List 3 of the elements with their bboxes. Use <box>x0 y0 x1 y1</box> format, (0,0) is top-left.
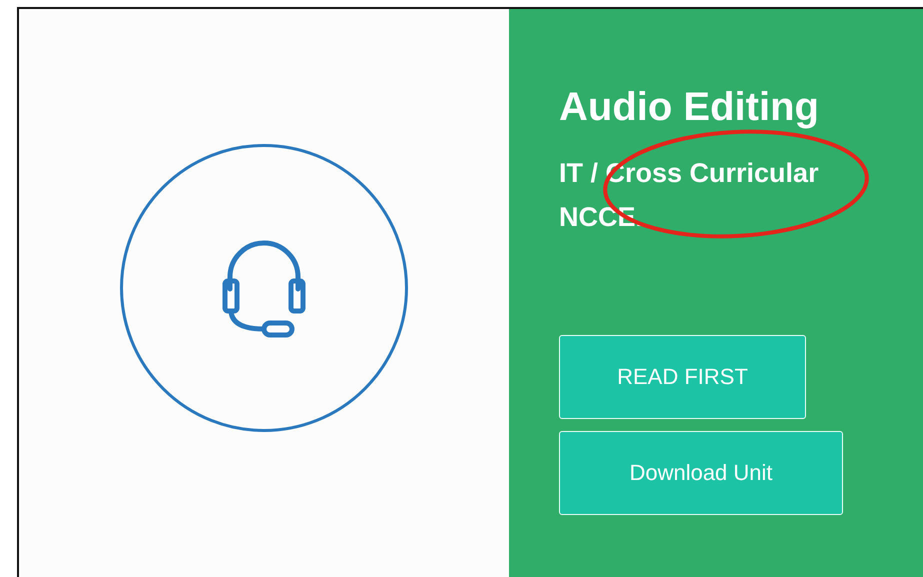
read-first-button[interactable]: READ FIRST <box>559 335 806 419</box>
download-button[interactable]: Download Unit <box>559 431 843 515</box>
unit-title: Audio Editing <box>559 84 820 131</box>
